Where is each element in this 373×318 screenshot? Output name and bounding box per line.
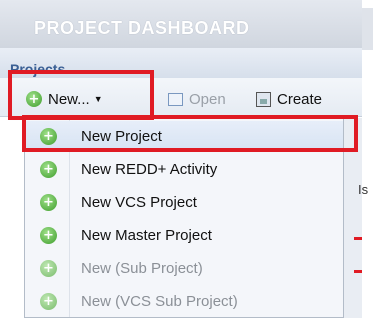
menu-item-new-redd-activity[interactable]: + New REDD+ Activity xyxy=(25,154,343,184)
menu-item-new-vcs-sub-project: + New (VCS Sub Project) xyxy=(25,286,343,316)
grid-column-header: Is xyxy=(358,182,369,197)
plus-circle-icon: + xyxy=(40,227,57,244)
menu-item-label: New REDD+ Activity xyxy=(81,161,218,178)
page-title: PROJECT DASHBOARD xyxy=(34,18,250,38)
document-icon xyxy=(168,92,183,106)
menu-item-new-master-project[interactable]: + New Master Project xyxy=(25,220,343,250)
open-button[interactable]: Open xyxy=(168,88,226,110)
menu-item-label: New (Sub Project) xyxy=(81,260,203,277)
plus-circle-icon: + xyxy=(40,293,57,310)
annotation-line xyxy=(354,270,362,273)
right-edge-shade xyxy=(362,8,373,50)
create-button-label: Create xyxy=(277,90,323,108)
menu-item-label: New (VCS Sub Project) xyxy=(81,293,238,310)
create-button[interactable]: Create xyxy=(256,88,322,110)
plus-circle-icon: + xyxy=(40,194,57,211)
right-edge xyxy=(362,0,373,318)
annotation-line xyxy=(354,237,362,240)
menu-item-new-vcs-project[interactable]: + New VCS Project xyxy=(25,187,343,217)
highlight-box-new-project xyxy=(22,115,358,152)
menu-item-label: New Master Project xyxy=(81,227,212,244)
highlight-box-new-button xyxy=(8,70,154,120)
plus-circle-icon: + xyxy=(40,161,57,178)
menu-item-label: New VCS Project xyxy=(81,194,197,211)
dashboard-header: PROJECT DASHBOARD xyxy=(0,0,362,49)
save-icon xyxy=(256,91,271,107)
menu-item-new-sub-project: + New (Sub Project) xyxy=(25,253,343,283)
plus-circle-icon: + xyxy=(40,260,57,277)
open-button-label: Open xyxy=(189,90,226,108)
